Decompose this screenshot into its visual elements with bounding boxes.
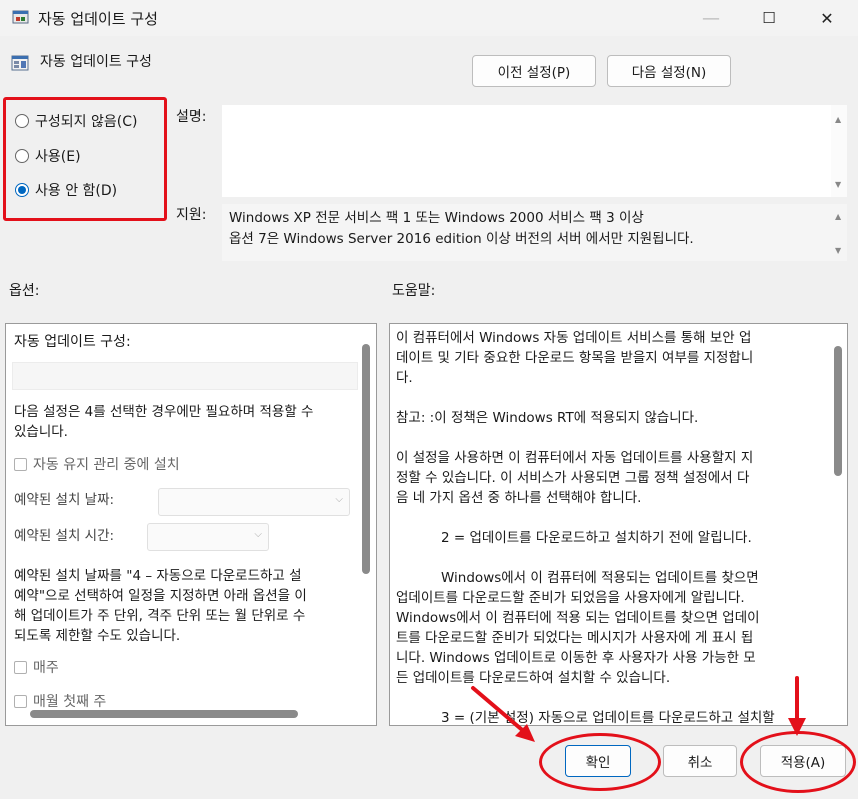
comment-textarea[interactable]: ▲ ▼	[222, 105, 847, 197]
radio-not-configured-label: 구성되지 않음(C)	[35, 114, 138, 130]
help-panel: 이 컴퓨터에서 Windows 자동 업데이트 서비스를 통해 보안 업 데이트…	[389, 323, 848, 726]
radio-enabled[interactable]: 사용(E)	[15, 146, 81, 166]
help-para5-line2: 업데이트를 다운로드할 준비가 되었음을 사용자에게 알립니다.	[396, 590, 745, 606]
help-para3-line1: 이 설정을 사용하면 이 컴퓨터에서 자동 업데이트를 사용할지 지	[396, 450, 754, 466]
next-setting-button[interactable]: 다음 설정(N)	[607, 55, 731, 87]
scroll-down-arrow-icon[interactable]: ▼	[835, 180, 841, 189]
help-text: 이 컴퓨터에서 Windows 자동 업데이트 서비스를 통해 보안 업 데이트…	[396, 328, 826, 726]
supported-on-box: Windows XP 전문 서비스 팩 1 또는 Windows 2000 서비…	[222, 204, 847, 261]
help-label: 도움말:	[392, 283, 436, 299]
supported-label: 지원:	[176, 207, 207, 223]
radio-enabled-indicator[interactable]	[15, 149, 29, 163]
scroll-up-arrow-icon[interactable]: ▲	[835, 115, 841, 124]
desc-line-1: 예약된 설치 날짜를 "4 – 자동으로 다운로드하고 설	[14, 568, 302, 584]
close-button[interactable]: ✕	[804, 0, 850, 36]
chevron-down-icon: ⌵	[335, 494, 343, 505]
help-para5-line1: Windows에서 이 컴퓨터에 적용되는 업데이트를 찾으면	[441, 570, 759, 586]
help-para5-line6: 든 업데이트를 다운로드하여 설치할 수 있습니다.	[396, 670, 671, 686]
scheduled-day-dropdown[interactable]: ⌵	[158, 488, 350, 516]
window-title: 자동 업데이트 구성	[38, 10, 158, 28]
checkbox-box[interactable]	[14, 660, 27, 674]
install-during-maintenance-checkbox[interactable]: 자동 유지 관리 중에 설치	[14, 454, 180, 474]
help-para3-line2: 정할 수 있습니다. 이 서비스가 사용되면 그룹 정책 설정에서 다	[396, 470, 750, 486]
minimize-button[interactable]: —	[688, 0, 734, 36]
help-para5-line3: Windows에서 이 컴퓨터에 적용 되는 업데이트를 찾으면 업데이	[396, 610, 760, 626]
policy-name: 자동 업데이트 구성	[40, 54, 152, 70]
annotation-arrow-to-apply-icon	[788, 676, 806, 736]
help-para1-line2: 데이트 및 기타 중요한 다운로드 항목을 받을지 여부를 지정합니	[396, 350, 754, 366]
supported-line-1: Windows XP 전문 서비스 팩 1 또는 Windows 2000 서비…	[229, 210, 644, 226]
desc-line-2: 예약"으로 선택하여 일정을 지정하면 아래 옵션을 이	[14, 588, 307, 604]
radio-not-configured[interactable]: 구성되지 않음(C)	[15, 111, 137, 131]
options-vertical-scrollbar-thumb[interactable]	[362, 344, 370, 574]
radio-disabled-label: 사용 안 함(D)	[35, 183, 118, 199]
comment-label: 설명:	[176, 109, 207, 125]
weekly-label: 매주	[33, 660, 59, 676]
help-para4: 2 = 업데이트를 다운로드하고 설치하기 전에 알립니다.	[441, 530, 752, 546]
scheduled-time-label: 예약된 설치 시간:	[14, 528, 115, 544]
checkbox-box[interactable]	[14, 457, 27, 471]
supported-line-2: 옵션 7은 Windows Server 2016 edition 이상 버전의…	[229, 231, 694, 247]
help-para1-line3: 다.	[396, 370, 413, 386]
help-para2: 참고: :이 정책은 Windows RT에 적용되지 않습니다.	[396, 410, 699, 426]
cancel-button[interactable]: 취소	[663, 745, 737, 777]
annotation-circle-apply	[740, 731, 856, 793]
scheduled-day-label: 예약된 설치 날짜:	[14, 492, 115, 508]
help-para6-line1: 3 = (기본 설정) 자동으로 업데이트를 다운로드하고 설치할	[441, 710, 775, 726]
checkbox-box[interactable]	[14, 694, 27, 708]
policy-window-icon	[12, 10, 29, 24]
radio-enabled-label: 사용(E)	[35, 149, 81, 165]
first-week-label: 매월 첫째 주	[33, 694, 107, 710]
scroll-down-arrow-icon[interactable]: ▼	[835, 246, 841, 255]
radio-disabled-indicator[interactable]	[15, 183, 29, 197]
options-panel: 자동 업데이트 구성: 다음 설정은 4를 선택한 경우에만 필요하며 적용할 …	[5, 323, 377, 726]
first-week-checkbox[interactable]: 매월 첫째 주	[14, 691, 106, 711]
scroll-up-arrow-icon[interactable]: ▲	[835, 212, 841, 221]
scheduled-time-dropdown[interactable]: ⌵	[147, 523, 269, 551]
desc-line-3: 해 업데이트가 주 단위, 격주 단위 또는 월 단위로 수	[14, 608, 306, 624]
desc-line-4: 되도록 제한할 수도 있습니다.	[14, 628, 181, 644]
help-para5-line4: 트를 다운로드할 준비가 되었다는 메시지가 사용자에 게 표시 됩	[396, 630, 754, 646]
help-para3-line3: 음 네 가지 옵션 중 하나를 선택해야 합니다.	[396, 490, 642, 506]
annotation-circle-ok	[539, 733, 661, 791]
help-vertical-scrollbar-thumb[interactable]	[834, 346, 842, 476]
install-during-maintenance-label: 자동 유지 관리 중에 설치	[33, 457, 180, 473]
note-line-1: 다음 설정은 4를 선택한 경우에만 필요하며 적용할 수	[14, 404, 314, 420]
options-label: 옵션:	[9, 283, 40, 299]
chevron-down-icon: ⌵	[254, 529, 262, 540]
radio-not-configured-indicator[interactable]	[15, 114, 29, 128]
comment-scrollbar[interactable]: ▲ ▼	[831, 105, 847, 197]
previous-setting-button[interactable]: 이전 설정(P)	[472, 55, 596, 87]
maximize-button[interactable]: ☐	[746, 0, 792, 36]
radio-disabled[interactable]: 사용 안 함(D)	[15, 180, 117, 200]
configure-updates-dropdown[interactable]	[12, 362, 358, 390]
supported-scrollbar[interactable]: ▲ ▼	[831, 204, 847, 261]
annotation-arrow-to-ok-icon	[471, 686, 535, 742]
help-para5-line5: 니다. Windows 업데이트로 이동한 후 사용자가 사용 가능한 모	[396, 650, 756, 666]
note-line-2: 있습니다.	[14, 424, 68, 440]
policy-setting-icon	[11, 55, 29, 71]
configure-updates-label: 자동 업데이트 구성:	[14, 334, 131, 350]
help-para1-line1: 이 컴퓨터에서 Windows 자동 업데이트 서비스를 통해 보안 업	[396, 330, 752, 346]
weekly-checkbox[interactable]: 매주	[14, 657, 59, 677]
options-horizontal-scrollbar-thumb[interactable]	[30, 710, 298, 718]
